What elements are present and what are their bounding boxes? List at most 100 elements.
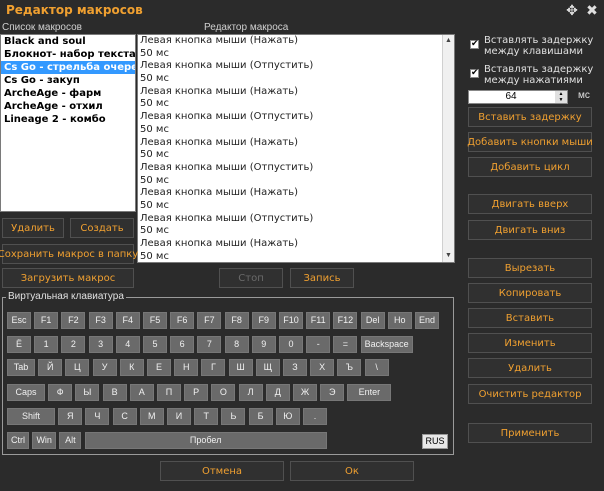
key-row5-7[interactable]: Ь	[221, 408, 246, 425]
close-icon[interactable]: ✖	[584, 2, 600, 18]
key-row2-7[interactable]: 7	[197, 336, 222, 353]
editor-line[interactable]: 50 мс	[138, 175, 442, 188]
key-row6-1[interactable]: Win	[32, 432, 57, 449]
delete-macro-button[interactable]: Удалить	[2, 218, 64, 238]
key-row4-12[interactable]: Enter	[347, 384, 392, 401]
key-row2-11[interactable]: -	[306, 336, 331, 353]
key-row2-1[interactable]: 1	[34, 336, 59, 353]
key-row5-6[interactable]: Т	[194, 408, 219, 425]
remove-button[interactable]: Удалить	[468, 358, 592, 378]
key-row4-7[interactable]: О	[211, 384, 236, 401]
key-row5-10[interactable]: .	[303, 408, 327, 425]
paste-button[interactable]: Вставить	[468, 308, 592, 328]
key-row2-2[interactable]: 2	[61, 336, 86, 353]
clear-editor-button[interactable]: Очистить редактор	[468, 384, 592, 404]
editor-line[interactable]: 50 мс	[138, 48, 442, 61]
key-row2-5[interactable]: 5	[143, 336, 167, 353]
key-row1-4[interactable]: F4	[115, 312, 140, 329]
editor-line[interactable]: Левая кнопка мыши (Нажать)	[138, 86, 442, 99]
key-row3-5[interactable]: Е	[147, 359, 171, 376]
copy-button[interactable]: Копировать	[468, 283, 592, 303]
delay-clicks-checkbox[interactable]: ✔	[470, 67, 479, 78]
key-row3-12[interactable]: Ъ	[337, 359, 362, 376]
key-row4-5[interactable]: П	[157, 384, 181, 401]
load-macro-button[interactable]: Загрузить макрос	[2, 268, 134, 288]
scroll-down-icon[interactable]: ▼	[443, 250, 454, 262]
cancel-button[interactable]: Отмена	[160, 461, 284, 481]
key-row1-7[interactable]: F7	[197, 312, 222, 329]
move-down-button[interactable]: Двигать вниз	[468, 220, 592, 240]
key-row5-9[interactable]: Ю	[275, 408, 300, 425]
key-row4-11[interactable]: Э	[320, 384, 345, 401]
key-row1-14[interactable]: Ho	[387, 312, 412, 329]
editor-line[interactable]: Левая кнопка мыши (Отпустить)	[138, 60, 442, 73]
editor-line[interactable]: 50 мс	[138, 200, 442, 213]
key-row2-4[interactable]: 4	[115, 336, 140, 353]
key-row4-10[interactable]: Ж	[293, 384, 317, 401]
key-row1-12[interactable]: F12	[333, 312, 358, 329]
key-row2-6[interactable]: 6	[170, 336, 195, 353]
create-macro-button[interactable]: Создать	[70, 218, 134, 238]
editor-line[interactable]: Левая кнопка мыши (Отпустить)	[138, 162, 442, 175]
editor-line[interactable]: 50 мс	[138, 73, 442, 86]
stop-button[interactable]: Стоп	[219, 268, 283, 288]
key-row5-2[interactable]: Ч	[85, 408, 110, 425]
key-row2-13[interactable]: Backspace	[360, 336, 413, 353]
key-row6-0[interactable]: Ctrl	[7, 432, 29, 449]
key-row1-10[interactable]: F10	[279, 312, 303, 329]
macro-list[interactable]: Black and soul Блокнот- набор текста Cs Go…	[0, 34, 136, 212]
key-row3-1[interactable]: Й	[38, 359, 63, 376]
editor-line[interactable]: 50 мс	[138, 225, 442, 238]
key-row2-12[interactable]: =	[333, 336, 358, 353]
key-row1-15[interactable]: End	[415, 312, 439, 329]
move-icon[interactable]: ✥	[564, 2, 580, 18]
editor-line[interactable]: 50 мс	[138, 251, 442, 262]
editor-line[interactable]: Левая кнопка мыши (Нажать)	[138, 137, 442, 150]
key-row3-8[interactable]: Ш	[228, 359, 253, 376]
key-row3-9[interactable]: Щ	[255, 359, 280, 376]
key-row3-2[interactable]: Ц	[65, 359, 90, 376]
key-row4-0[interactable]: Caps	[7, 384, 45, 401]
key-row3-11[interactable]: Х	[310, 359, 335, 376]
key-row3-4[interactable]: К	[119, 359, 144, 376]
add-mouse-buttons-button[interactable]: Добавить кнопки мыши	[467, 132, 593, 152]
scroll-up-icon[interactable]: ▲	[443, 35, 454, 47]
key-row1-13[interactable]: Del	[360, 312, 385, 329]
key-row3-3[interactable]: У	[92, 359, 117, 376]
key-row1-3[interactable]: F3	[88, 312, 113, 329]
macro-list-item[interactable]: Cs Go - стрельба очере	[1, 61, 135, 74]
key-row2-3[interactable]: 3	[88, 336, 113, 353]
key-row4-3[interactable]: В	[102, 384, 127, 401]
cut-button[interactable]: Вырезать	[468, 258, 592, 278]
macro-list-item[interactable]: ArcheAge - фарм	[1, 87, 135, 100]
key-row4-8[interactable]: Л	[238, 384, 263, 401]
key-row2-10[interactable]: 0	[279, 336, 303, 353]
key-row2-9[interactable]: 9	[251, 336, 276, 353]
macro-list-item[interactable]: Cs Go - закуп	[1, 74, 135, 87]
key-row3-10[interactable]: З	[283, 359, 307, 376]
key-row4-4[interactable]: А	[129, 384, 154, 401]
delay-spinbox[interactable]: 64 ▲ ▼	[468, 90, 568, 104]
delay-value[interactable]: 64	[469, 91, 553, 103]
key-row4-6[interactable]: Р	[184, 384, 209, 401]
add-loop-button[interactable]: Добавить цикл	[468, 157, 592, 177]
key-row5-1[interactable]: Я	[58, 408, 83, 425]
key-row2-8[interactable]: 8	[224, 336, 249, 353]
editor-line[interactable]: Левая кнопка мыши (Нажать)	[138, 238, 442, 251]
editor-line[interactable]: 50 мс	[138, 149, 442, 162]
delay-keys-checkbox[interactable]: ✔	[470, 38, 479, 49]
key-row1-6[interactable]: F6	[170, 312, 195, 329]
editor-line[interactable]: Левая кнопка мыши (Нажать)	[138, 35, 442, 48]
record-button[interactable]: Запись	[290, 268, 354, 288]
ok-button[interactable]: Ок	[290, 461, 414, 481]
editor-line[interactable]: 50 мс	[138, 98, 442, 111]
key-row1-5[interactable]: F5	[143, 312, 167, 329]
key-row2-0[interactable]: Ё	[7, 336, 31, 353]
macro-list-item[interactable]: Black and soul	[1, 35, 135, 48]
key-row5-4[interactable]: М	[139, 408, 164, 425]
language-indicator[interactable]: RUS	[422, 434, 448, 449]
apply-button[interactable]: Применить	[468, 423, 592, 443]
modify-button[interactable]: Изменить	[468, 333, 592, 353]
key-row4-1[interactable]: Ф	[48, 384, 73, 401]
key-row5-3[interactable]: С	[112, 408, 137, 425]
